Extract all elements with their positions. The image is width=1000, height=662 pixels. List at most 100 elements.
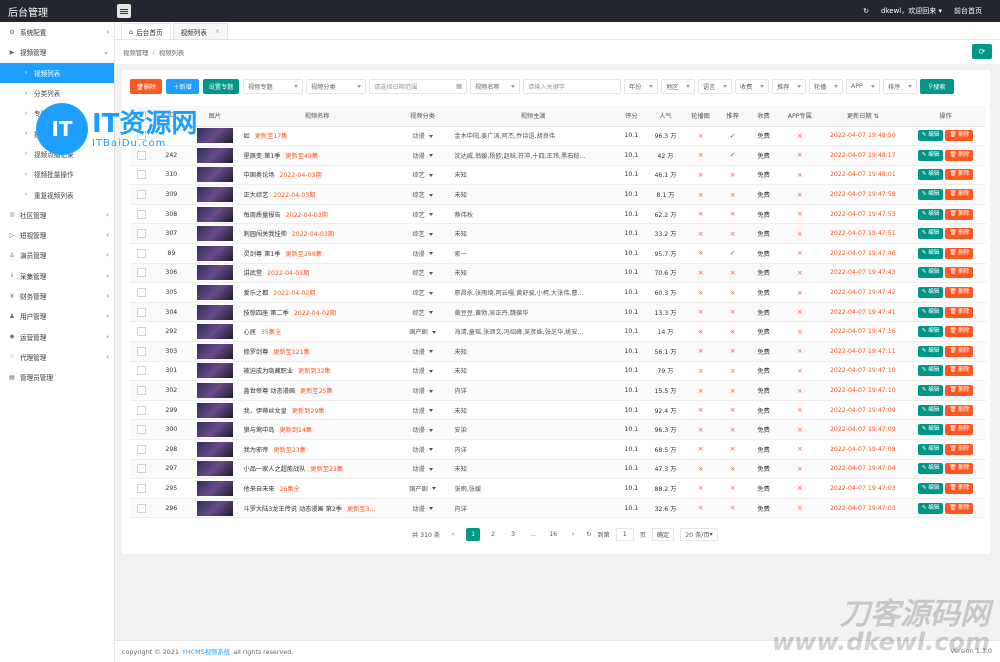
cross-icon[interactable]: × bbox=[698, 249, 704, 257]
cross-icon[interactable]: × bbox=[698, 191, 704, 199]
row-checkbox[interactable] bbox=[136, 425, 146, 435]
row-checkbox[interactable] bbox=[136, 483, 146, 493]
delete-row-button[interactable]: 🗑 删除 bbox=[945, 267, 974, 279]
sidebar-item[interactable]: ♢ 代理管理 ‹ bbox=[0, 347, 114, 367]
recommend-select[interactable]: 推荐 bbox=[772, 79, 806, 94]
video-title[interactable]: 正大综艺 bbox=[244, 192, 269, 199]
category-dropdown[interactable]: 综艺 bbox=[412, 190, 433, 199]
delete-row-button[interactable]: 🗑 删除 bbox=[945, 345, 974, 357]
check-icon[interactable]: ✓ bbox=[730, 249, 736, 257]
cross-icon[interactable]: × bbox=[730, 484, 736, 492]
cross-icon[interactable]: × bbox=[698, 406, 704, 414]
category-dropdown[interactable]: 国产剧 bbox=[409, 327, 436, 336]
cross-icon[interactable]: × bbox=[730, 445, 736, 453]
category-dropdown[interactable]: 综艺 bbox=[412, 229, 433, 238]
delete-row-button[interactable]: 🗑 删除 bbox=[945, 365, 974, 377]
region-select[interactable]: 地区 bbox=[661, 79, 695, 94]
category-dropdown[interactable]: 动漫 bbox=[412, 386, 433, 395]
menu-toggle-icon[interactable] bbox=[117, 4, 131, 18]
row-checkbox[interactable] bbox=[136, 405, 146, 415]
cross-icon[interactable]: × bbox=[797, 151, 803, 159]
row-checkbox[interactable] bbox=[136, 209, 146, 219]
cross-icon[interactable]: × bbox=[797, 426, 803, 434]
pager-next[interactable]: › bbox=[566, 528, 580, 541]
cross-icon[interactable]: × bbox=[797, 171, 803, 179]
row-checkbox[interactable] bbox=[136, 170, 146, 180]
cross-icon[interactable]: × bbox=[698, 367, 704, 375]
cross-icon[interactable]: × bbox=[698, 289, 704, 297]
category-dropdown[interactable]: 动漫 bbox=[412, 347, 433, 356]
delete-row-button[interactable]: 🗑 删除 bbox=[945, 189, 974, 201]
cross-icon[interactable]: × bbox=[698, 504, 704, 512]
edit-button[interactable]: ✎ 编辑 bbox=[917, 502, 944, 514]
cross-icon[interactable]: × bbox=[797, 465, 803, 473]
cross-icon[interactable]: × bbox=[730, 387, 736, 395]
cross-icon[interactable]: × bbox=[797, 269, 803, 277]
refresh-icon[interactable]: ↻ bbox=[863, 7, 869, 15]
cross-icon[interactable]: × bbox=[698, 171, 704, 179]
category-dropdown[interactable]: 动漫 bbox=[412, 425, 433, 434]
fee-select[interactable]: 收费 bbox=[735, 79, 769, 94]
cross-icon[interactable]: × bbox=[730, 347, 736, 355]
video-title[interactable]: 讲武堂 bbox=[244, 270, 263, 277]
delete-row-button[interactable]: 🗑 删除 bbox=[945, 208, 974, 220]
video-title[interactable]: 如 bbox=[244, 133, 250, 140]
row-checkbox[interactable] bbox=[136, 288, 146, 298]
video-title[interactable]: 技惊四座 第二季 bbox=[244, 310, 289, 317]
cross-icon[interactable]: × bbox=[730, 210, 736, 218]
edit-button[interactable]: ✎ 编辑 bbox=[917, 208, 944, 220]
edit-button[interactable]: ✎ 编辑 bbox=[917, 463, 944, 475]
row-checkbox[interactable] bbox=[136, 366, 146, 376]
category-dropdown[interactable]: 国产剧 bbox=[409, 484, 436, 493]
set-topic-button[interactable]: 设置专题 bbox=[203, 79, 239, 94]
sidebar-item[interactable]: › 视频批量操作 bbox=[0, 164, 114, 184]
edit-button[interactable]: ✎ 编辑 bbox=[917, 345, 944, 357]
video-title[interactable]: 我，伊蒂丝女皇 bbox=[244, 408, 287, 415]
sidebar-item[interactable]: ▶ 视频管理 ⌄ bbox=[0, 42, 114, 62]
pager-prev[interactable]: ‹ bbox=[446, 528, 460, 541]
category-select[interactable]: 视频分类 bbox=[306, 79, 366, 94]
sidebar-item[interactable]: › 分类列表 bbox=[0, 83, 114, 103]
cross-icon[interactable]: × bbox=[797, 132, 803, 140]
cross-icon[interactable]: × bbox=[698, 230, 704, 238]
cross-icon[interactable]: × bbox=[730, 367, 736, 375]
category-dropdown[interactable]: 动漫 bbox=[412, 249, 433, 258]
edit-button[interactable]: ✎ 编辑 bbox=[917, 385, 944, 397]
search-button[interactable]: ⚲ 搜索 bbox=[920, 79, 954, 94]
cross-icon[interactable]: × bbox=[698, 426, 704, 434]
edit-button[interactable]: ✎ 编辑 bbox=[917, 130, 944, 142]
delete-row-button[interactable]: 🗑 删除 bbox=[945, 326, 974, 338]
edit-button[interactable]: ✎ 编辑 bbox=[917, 149, 944, 161]
cross-icon[interactable]: × bbox=[698, 210, 704, 218]
tab-video-list[interactable]: 视频列表 × bbox=[172, 23, 228, 39]
row-checkbox[interactable] bbox=[136, 190, 146, 200]
category-dropdown[interactable]: 动漫 bbox=[412, 131, 433, 140]
delete-button[interactable]: 🗑 删除 bbox=[130, 79, 162, 94]
date-range-input[interactable]: 请选择日期范围 ▦ bbox=[369, 79, 467, 94]
cross-icon[interactable]: × bbox=[797, 367, 803, 375]
pager-page[interactable]: 16 bbox=[546, 528, 560, 541]
video-title[interactable]: 灵剑尊 第1季 bbox=[244, 251, 281, 258]
keyword-input[interactable]: 请输入关键字 bbox=[523, 79, 621, 94]
cross-icon[interactable]: × bbox=[797, 504, 803, 512]
refresh-button[interactable]: ⟳ bbox=[972, 44, 992, 59]
cross-icon[interactable]: × bbox=[698, 328, 704, 336]
cross-icon[interactable]: × bbox=[730, 230, 736, 238]
search-field-select[interactable]: 视频名称 bbox=[470, 79, 520, 94]
cross-icon[interactable]: × bbox=[797, 328, 803, 336]
video-title[interactable]: 狼与莺中岛 bbox=[244, 427, 275, 434]
edit-button[interactable]: ✎ 编辑 bbox=[917, 424, 944, 436]
delete-row-button[interactable]: 🗑 删除 bbox=[945, 385, 974, 397]
cross-icon[interactable]: × bbox=[698, 132, 704, 140]
sort-select[interactable]: 排序 bbox=[883, 79, 917, 94]
category-dropdown[interactable]: 综艺 bbox=[412, 210, 433, 219]
video-title[interactable]: 他来自未来 bbox=[244, 486, 275, 493]
cross-icon[interactable]: × bbox=[730, 406, 736, 414]
category-dropdown[interactable]: 动漫 bbox=[412, 504, 433, 513]
sidebar-item[interactable]: › 重复视频列表 bbox=[0, 184, 114, 204]
app-select[interactable]: APP bbox=[846, 79, 880, 94]
video-title[interactable]: 盖世帝尊 动态漫画 bbox=[244, 388, 295, 395]
sidebar-item[interactable]: ◎ 社区管理 ‹ bbox=[0, 205, 114, 225]
cross-icon[interactable]: × bbox=[730, 504, 736, 512]
category-dropdown[interactable]: 综艺 bbox=[412, 308, 433, 317]
